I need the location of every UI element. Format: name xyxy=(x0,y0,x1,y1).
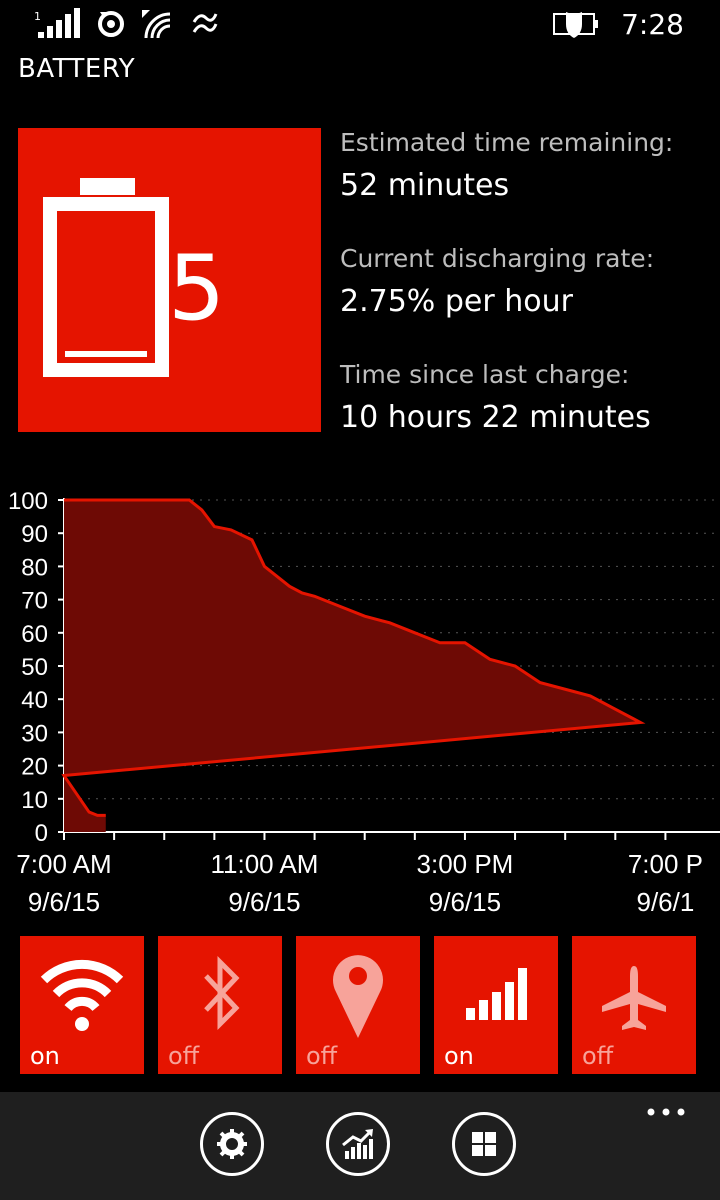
cellular-state: on xyxy=(444,1042,474,1070)
signal-bars-icon: 1 xyxy=(34,8,80,38)
gear-icon xyxy=(217,1129,247,1159)
x-tick-time: 7:00 AM xyxy=(16,849,111,879)
cellular-signal-icon xyxy=(466,968,527,1020)
bluetooth-toggle[interactable]: off xyxy=(158,936,282,1074)
sync-icon xyxy=(98,11,124,37)
wifi-toggle[interactable]: on xyxy=(20,936,144,1074)
location-pin-icon xyxy=(333,955,383,1038)
airplane-icon xyxy=(602,966,666,1030)
x-tick-date: 9/6/1 xyxy=(636,887,694,917)
status-bar: 1 7:28 xyxy=(0,0,720,52)
bluetooth-icon xyxy=(204,955,240,1031)
wifi-icon xyxy=(142,10,171,39)
y-tick-label: 100 xyxy=(8,488,48,515)
settings-button[interactable] xyxy=(200,1112,264,1176)
y-tick-label: 80 xyxy=(21,554,48,581)
y-tick-label: 60 xyxy=(21,621,48,648)
bluetooth-state: off xyxy=(168,1042,200,1070)
stat-value-discharge-rate: 2.75% per hour xyxy=(340,284,573,319)
x-tick-date: 9/6/15 xyxy=(228,887,300,917)
data-transfer-icon xyxy=(192,13,218,33)
stat-label-since-charge: Time since last charge: xyxy=(340,360,630,389)
stat-label-time-remaining: Estimated time remaining: xyxy=(340,128,674,157)
y-tick-label: 10 xyxy=(21,787,48,814)
y-tick-label: 70 xyxy=(21,588,48,615)
sim-label: 1 xyxy=(34,10,41,23)
y-tick-label: 40 xyxy=(21,687,48,714)
x-tick-date: 9/6/15 xyxy=(28,887,100,917)
cellular-toggle[interactable]: on xyxy=(434,936,558,1074)
stat-value-time-remaining: 52 minutes xyxy=(340,168,510,203)
x-tick-date: 9/6/15 xyxy=(429,887,501,917)
y-tick-label: 90 xyxy=(21,521,48,548)
ellipsis-icon[interactable] xyxy=(646,1106,686,1118)
location-state: off xyxy=(306,1042,338,1070)
chart-icon xyxy=(342,1129,373,1159)
x-tick-time: 7:00 P xyxy=(628,849,703,879)
pin-tile-button[interactable] xyxy=(452,1112,516,1176)
location-toggle[interactable]: off xyxy=(296,936,420,1074)
airplane-state: off xyxy=(582,1042,614,1070)
wifi-state: on xyxy=(30,1042,60,1070)
page-title: BATTERY xyxy=(18,54,136,84)
app-bar xyxy=(0,1092,720,1200)
y-tick-label: 0 xyxy=(35,820,48,847)
x-tick-time: 3:00 PM xyxy=(417,849,514,879)
tiles-icon xyxy=(472,1132,496,1156)
stat-label-discharge-rate: Current discharging rate: xyxy=(340,244,655,273)
y-tick-label: 30 xyxy=(21,720,48,747)
clock: 7:28 xyxy=(621,8,684,41)
airplane-toggle[interactable]: off xyxy=(572,936,696,1074)
history-button[interactable] xyxy=(326,1112,390,1176)
battery-history-chart: 10090807060504030201007:00 AM9/6/1511:00… xyxy=(8,488,720,917)
y-tick-label: 50 xyxy=(21,654,48,681)
battery-saver-icon xyxy=(553,12,598,38)
stat-value-since-charge: 10 hours 22 minutes xyxy=(340,400,651,435)
y-tick-label: 20 xyxy=(21,754,48,781)
x-tick-time: 11:00 AM xyxy=(211,849,319,879)
battery-level: 5 xyxy=(168,236,226,341)
wifi-icon xyxy=(40,959,124,1031)
quick-toggles: on off off on off xyxy=(0,936,720,1076)
